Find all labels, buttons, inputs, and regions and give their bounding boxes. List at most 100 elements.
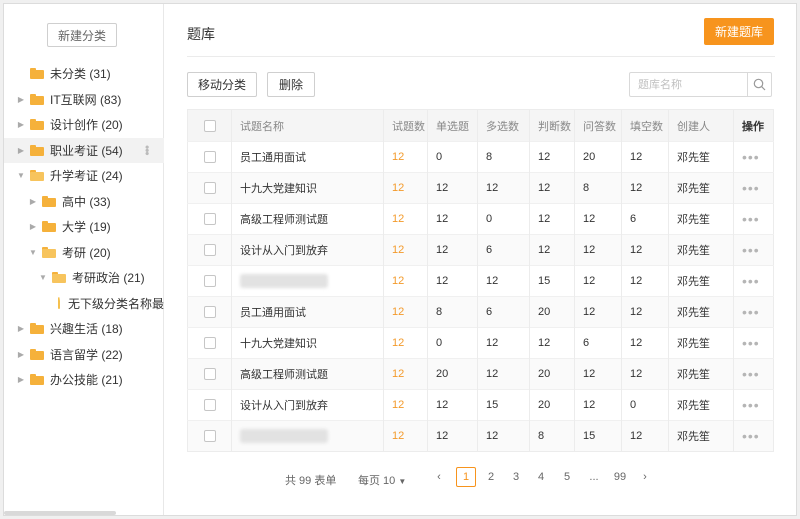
search-input[interactable] [630,73,747,96]
column-header: 填空数 [621,109,669,142]
tree-item-it[interactable]: ▶ IT互联网 (83) [4,87,164,113]
row-checkbox[interactable] [203,430,216,443]
caret-right-icon[interactable]: ▶ [28,222,38,231]
bank-name-cell[interactable]: 员工通用面试 [231,141,384,173]
more-vertical-icon[interactable]: ••• [140,145,154,155]
more-actions-icon[interactable]: ••• [742,397,760,413]
more-actions-icon[interactable]: ••• [742,211,760,227]
tree-item-university[interactable]: ▶ 大学 (19) [4,214,164,240]
tree-item-hobbies[interactable]: ▶ 兴趣生活 (18) [4,316,164,342]
bank-name-cell[interactable]: 设计从入门到放弃 [231,234,384,266]
bank-name-cell[interactable]: 十九大党建知识 [231,327,384,359]
row-checkbox[interactable] [203,337,216,350]
caret-right-icon[interactable]: ▶ [16,120,26,129]
tree-item-language[interactable]: ▶ 语言留学 (22) [4,342,164,368]
caret-right-icon[interactable]: ▶ [16,324,26,333]
table-row[interactable]: 12 12 12 8 15 12 邓先笙 ••• [187,420,774,452]
caret-right-icon[interactable]: ▶ [16,95,26,104]
table-row[interactable]: 高级工程师测试题 12 20 12 20 12 12 邓先笙 ••• [187,358,774,390]
tree-item-design[interactable]: ▶ 设计创作 (20) [4,112,164,138]
page-button[interactable]: 2 [481,467,501,487]
category-tree: 未分类 (31) ▶ IT互联网 (83) ▶ 设计创作 (20) ▶ 职业考证… [4,61,164,393]
more-actions-icon[interactable]: ••• [742,428,760,444]
bank-name-cell[interactable] [231,420,384,452]
tree-item-further-study[interactable]: ▼ 升学考证 (24) [4,163,164,189]
page-button[interactable]: 4 [531,467,551,487]
tree-item-postgrad[interactable]: ▼ 考研 (20) [4,240,164,266]
row-select-cell [187,358,232,390]
table-row[interactable]: 员工通用面试 12 8 6 20 12 12 邓先笙 ••• [187,296,774,328]
page-button[interactable]: 1 [456,467,476,487]
page-size-select[interactable]: 每页 10 ▼ [358,472,406,488]
table-row[interactable]: 十九大党建知识 12 0 12 12 6 12 邓先笙 ••• [187,327,774,359]
qa-cell: 8 [574,172,622,204]
more-actions-icon[interactable]: ••• [742,149,760,165]
row-checkbox[interactable] [203,182,216,195]
table-row[interactable]: 高级工程师测试题 12 12 0 12 12 6 邓先笙 ••• [187,203,774,235]
caret-down-icon[interactable]: ▼ [28,248,38,257]
row-checkbox[interactable] [203,399,216,412]
actions-cell: ••• [733,420,774,452]
total-cell: 12 [383,327,428,359]
table-row[interactable]: 员工通用面试 12 0 8 12 20 12 邓先笙 ••• [187,141,774,173]
row-checkbox[interactable] [203,368,216,381]
move-category-button[interactable]: 移动分类 [187,72,257,97]
search-icon[interactable] [747,73,771,96]
caret-right-icon[interactable]: ▶ [16,350,26,359]
caret-down-icon[interactable]: ▼ [16,171,26,180]
question-bank-table: 试题名称 试题数 单选题 多选数 判断数 问答数 填空数 创建人 操作 员工通用… [187,109,774,452]
creator-cell: 邓先笙 [668,203,734,235]
caret-right-icon[interactable]: ▶ [28,197,38,206]
row-checkbox[interactable] [203,151,216,164]
tree-item-vocational[interactable]: ▶ 职业考证 (54) ••• [4,137,164,163]
row-checkbox[interactable] [203,275,216,288]
select-all-checkbox[interactable] [203,119,216,132]
tree-item-leaf[interactable]: 无下级分类名称最 [4,291,164,317]
judge-cell: 15 [529,265,575,297]
tree-item-postgrad-politics[interactable]: ▼ 考研政治 (21) [4,265,164,291]
single-cell: 12 [427,234,478,266]
tree-item-label: IT互联网 (83) [50,92,122,107]
new-category-button[interactable]: 新建分类 [47,23,117,47]
next-page-button[interactable]: › [635,467,655,487]
more-actions-icon[interactable]: ••• [742,366,760,382]
caret-right-icon[interactable]: ▶ [16,146,26,155]
table-row[interactable]: 十九大党建知识 12 12 12 12 8 12 邓先笙 ••• [187,172,774,204]
tree-item-high-school[interactable]: ▶ 高中 (33) [4,189,164,215]
new-question-bank-button[interactable]: 新建题库 [704,18,774,45]
caret-right-icon[interactable]: ▶ [16,375,26,384]
more-actions-icon[interactable]: ••• [742,180,760,196]
page-button[interactable]: 5 [557,467,577,487]
row-select-cell [187,389,232,421]
more-actions-icon[interactable]: ••• [742,304,760,320]
bank-name-cell[interactable]: 十九大党建知识 [231,172,384,204]
bank-name-cell[interactable] [231,265,384,297]
caret-down-icon[interactable]: ▼ [38,273,48,282]
table-row[interactable]: 12 12 12 15 12 12 邓先笙 ••• [187,265,774,297]
delete-button[interactable]: 删除 [267,72,315,97]
prev-page-button[interactable]: ‹ [429,467,449,487]
more-actions-icon[interactable]: ••• [742,335,760,351]
row-checkbox[interactable] [203,244,216,257]
bank-name-cell[interactable]: 高级工程师测试题 [231,203,384,235]
header-divider [187,56,775,57]
sidebar-horizontal-scrollbar[interactable] [4,511,116,515]
fill-cell: 12 [621,420,669,452]
page-button[interactable]: 99 [610,467,630,487]
more-actions-icon[interactable]: ••• [742,242,760,258]
bank-name-cell[interactable]: 设计从入门到放弃 [231,389,384,421]
tree-item-office[interactable]: ▶ 办公技能 (21) [4,367,164,393]
multi-cell: 12 [477,172,530,204]
row-checkbox[interactable] [203,306,216,319]
table-body: 员工通用面试 12 0 8 12 20 12 邓先笙 ••• 十九大党建知识 12 12 12 12 8 12… [187,141,774,452]
bank-name-cell[interactable]: 员工通用面试 [231,296,384,328]
total-cell: 12 [383,141,428,173]
actions-cell: ••• [733,265,774,297]
tree-item-uncategorized[interactable]: 未分类 (31) [4,61,164,87]
page-button[interactable]: 3 [506,467,526,487]
bank-name-cell[interactable]: 高级工程师测试题 [231,358,384,390]
more-actions-icon[interactable]: ••• [742,273,760,289]
table-row[interactable]: 设计从入门到放弃 12 12 15 20 12 0 邓先笙 ••• [187,389,774,421]
row-checkbox[interactable] [203,213,216,226]
table-row[interactable]: 设计从入门到放弃 12 12 6 12 12 12 邓先笙 ••• [187,234,774,266]
